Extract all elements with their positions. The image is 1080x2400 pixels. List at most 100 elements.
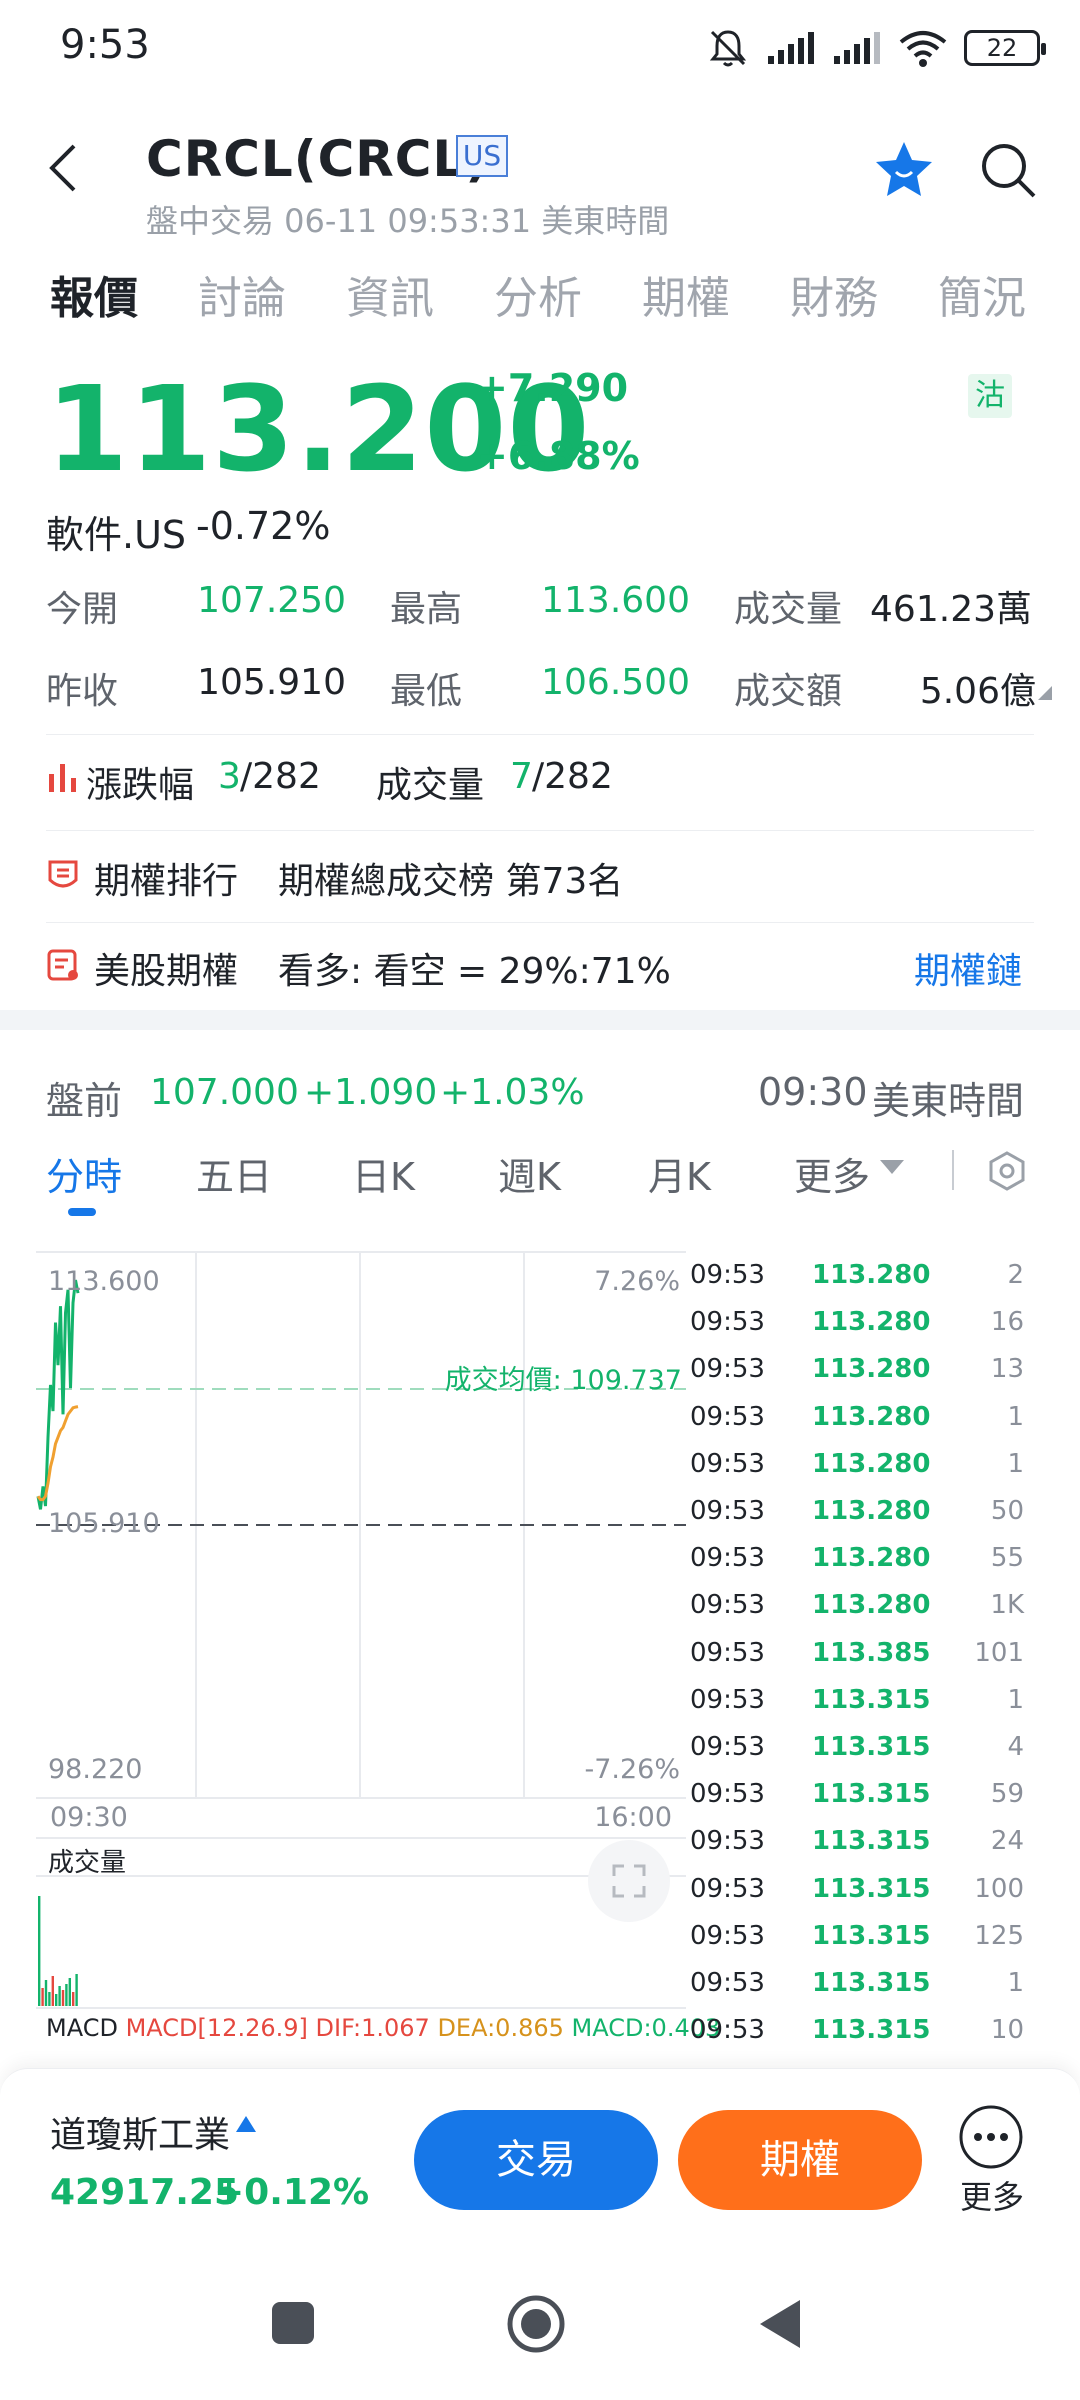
tick-vol: 1 bbox=[1007, 1448, 1024, 1479]
options-button[interactable]: 期權 bbox=[678, 2110, 922, 2210]
tick-price: 113.280 bbox=[812, 1496, 931, 1526]
tick-price: 113.280 bbox=[812, 1307, 931, 1338]
tick-time: 09:53 bbox=[690, 1543, 765, 1574]
more-icon[interactable] bbox=[956, 2102, 1026, 2172]
low-value: 106.500 bbox=[541, 662, 690, 703]
volume-bar bbox=[41, 1988, 44, 2006]
x-axis-end: 16:00 bbox=[594, 1802, 672, 1833]
fullscreen-button[interactable] bbox=[588, 1840, 670, 1922]
tick-time: 09:53 bbox=[690, 1260, 765, 1290]
volume-bar bbox=[72, 1992, 75, 2006]
y-axis-prev-close: 105.910 bbox=[48, 1508, 160, 1539]
back-nav-icon[interactable] bbox=[756, 2298, 804, 2350]
favorite-star-icon[interactable] bbox=[872, 138, 936, 202]
search-icon[interactable] bbox=[976, 138, 1040, 202]
chart-tab-daily[interactable]: 日K bbox=[352, 1146, 415, 1201]
us-options-label: 美股期權 bbox=[94, 951, 239, 992]
chevron-down-icon[interactable] bbox=[880, 1160, 904, 1174]
tick-vol: 1K bbox=[990, 1590, 1024, 1621]
battery-level: 22 bbox=[986, 34, 1018, 62]
tick-price: 113.315 bbox=[812, 1684, 931, 1715]
option-chain-link[interactable]: 期權鏈 bbox=[914, 942, 1022, 994]
turnover-value: 5.06億 bbox=[919, 671, 1036, 712]
volume-label: 成交量 bbox=[734, 589, 843, 630]
tick-row: 09:53 113.280 1 bbox=[690, 1402, 1030, 1449]
options-rank-text[interactable]: 期權總成交榜 第73名 bbox=[278, 852, 623, 904]
tick-row: 09:53 113.315 59 bbox=[690, 1779, 1030, 1826]
expand-triangle-icon[interactable] bbox=[1038, 686, 1052, 700]
tick-vol: 125 bbox=[974, 1920, 1024, 1951]
tick-vol: 101 bbox=[974, 1637, 1024, 1668]
volume-bar bbox=[61, 1990, 65, 2006]
chart-tab-intraday[interactable]: 分時 bbox=[46, 1146, 122, 1201]
macd-row: MACD MACD[12.26.9] DIF:1.067 DEA:0.865 M… bbox=[46, 2014, 720, 2042]
tick-row: 09:53 113.280 50 bbox=[690, 1496, 1030, 1543]
tab-financials[interactable]: 財務 bbox=[790, 262, 878, 326]
sector-label[interactable]: 軟件.US bbox=[46, 504, 186, 559]
stock-title: CRCL(CRCL) bbox=[146, 130, 490, 188]
tick-time: 09:53 bbox=[690, 1496, 765, 1526]
pct-axis-high: 7.26% bbox=[594, 1266, 680, 1297]
volume-subchart-label: 成交量 bbox=[48, 1848, 127, 1878]
more-label[interactable]: 更多 bbox=[960, 2172, 1024, 2218]
tick-time: 09:53 bbox=[690, 1732, 765, 1762]
chart-tab-more[interactable]: 更多 bbox=[794, 1146, 870, 1201]
options-rank-label: 期權排行 bbox=[94, 861, 239, 902]
macd-dif: DIF:1.067 bbox=[315, 2014, 430, 2042]
intraday-chart[interactable]: 113.600 105.910 98.220 7.26% -7.26% 成交均價… bbox=[36, 1250, 720, 2042]
tab-discussion[interactable]: 討論 bbox=[198, 262, 286, 326]
tick-time: 09:53 bbox=[690, 1968, 765, 1998]
tick-vol: 24 bbox=[990, 1826, 1024, 1857]
bar-chart-icon bbox=[49, 764, 76, 792]
tick-row: 09:53 113.315 10 bbox=[690, 2015, 1030, 2062]
short-sell-badge[interactable]: 沽 bbox=[968, 374, 1012, 418]
tick-price: 113.280 bbox=[812, 1448, 931, 1479]
tab-profile[interactable]: 簡況 bbox=[938, 262, 1026, 326]
gain-rank-label[interactable]: 漲跌幅 bbox=[86, 756, 194, 808]
chart-tab-weekly[interactable]: 週K bbox=[498, 1146, 561, 1201]
price-change: +7.290 bbox=[476, 366, 629, 410]
trade-button[interactable]: 交易 bbox=[414, 2110, 658, 2210]
tab-news[interactable]: 資訊 bbox=[346, 262, 434, 326]
home-icon[interactable] bbox=[506, 2294, 566, 2354]
back-button[interactable] bbox=[36, 138, 96, 198]
chart-settings-icon[interactable] bbox=[986, 1150, 1028, 1192]
turnover-label: 成交額 bbox=[734, 671, 843, 712]
tab-options[interactable]: 期權 bbox=[642, 262, 730, 326]
tick-vol: 100 bbox=[974, 1873, 1024, 1904]
premarket-timezone: 美東時間 bbox=[872, 1079, 1025, 1123]
tick-price: 113.280 bbox=[812, 1401, 931, 1432]
tick-price: 113.280 bbox=[812, 1260, 931, 1290]
premarket-label: 盤前 bbox=[46, 1079, 123, 1123]
recent-apps-icon[interactable] bbox=[270, 2300, 316, 2346]
tick-time: 09:53 bbox=[690, 1637, 765, 1668]
volume-bar bbox=[75, 1974, 78, 2006]
chart-tab-5day[interactable]: 五日 bbox=[196, 1146, 272, 1201]
y-axis-high: 113.600 bbox=[48, 1266, 160, 1297]
tick-row: 09:53 113.315 125 bbox=[690, 1921, 1030, 1968]
volume-bar bbox=[58, 1986, 61, 2006]
system-nav-bar bbox=[0, 2268, 1080, 2400]
tab-separator bbox=[952, 1150, 954, 1190]
us-options-icon bbox=[47, 949, 78, 981]
index-name[interactable]: 道瓊斯工業 bbox=[50, 2106, 230, 2158]
index-value: 42917.25 bbox=[50, 2172, 240, 2213]
low-label: 最低 bbox=[390, 671, 463, 712]
tick-row: 09:53 113.315 100 bbox=[690, 1874, 1030, 1921]
tick-row: 09:53 113.280 1K bbox=[690, 1590, 1030, 1637]
tick-row: 09:53 113.315 24 bbox=[690, 1826, 1030, 1873]
premarket-change-pct: +1.03% bbox=[440, 1072, 585, 1113]
chart-tab-monthly[interactable]: 月K bbox=[648, 1146, 711, 1201]
volume-bar bbox=[51, 1976, 54, 2006]
tick-row: 09:53 113.280 1 bbox=[690, 1449, 1030, 1496]
tick-time: 09:53 bbox=[690, 1307, 765, 1338]
tick-time: 09:53 bbox=[690, 1401, 765, 1432]
volume-rank-label[interactable]: 成交量 bbox=[376, 756, 484, 808]
tab-analysis[interactable]: 分析 bbox=[494, 262, 582, 326]
tick-time: 09:53 bbox=[690, 1826, 765, 1857]
tick-time: 09:53 bbox=[690, 1684, 765, 1715]
tab-quote[interactable]: 報價 bbox=[50, 262, 138, 326]
macd-label: MACD bbox=[46, 2014, 118, 2042]
macd-params: MACD[12.26.9] bbox=[125, 2014, 308, 2042]
volume-bar bbox=[65, 1984, 68, 2006]
